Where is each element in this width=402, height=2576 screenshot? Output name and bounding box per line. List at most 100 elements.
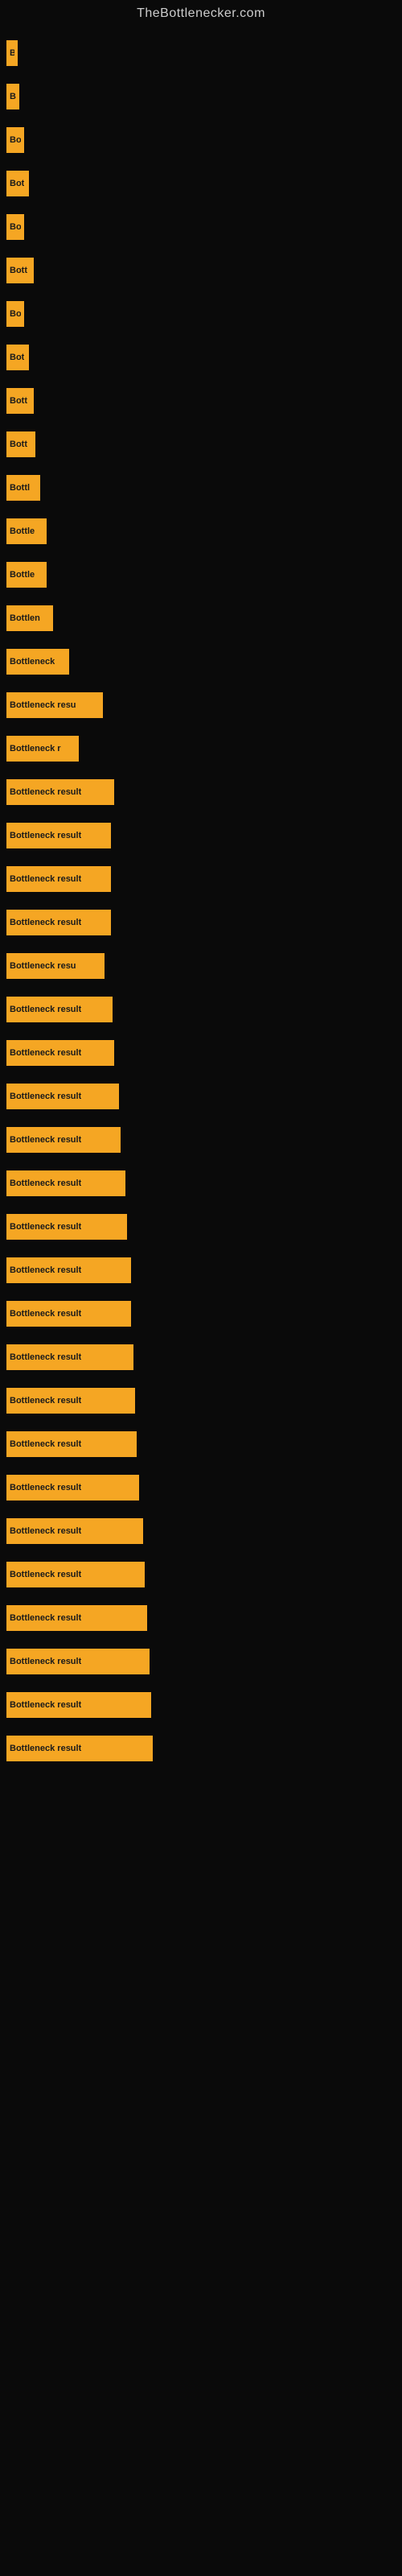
- bar-item: Bottleneck r: [6, 736, 79, 762]
- bar-item: Bottleneck result: [6, 910, 111, 935]
- site-title: TheBottlenecker.com: [0, 0, 402, 24]
- bar-label: Bottleneck result: [10, 1265, 81, 1275]
- bar-item: Bo: [6, 214, 24, 240]
- bar-row: Bottleneck result: [6, 858, 402, 900]
- bar-item: Bot: [6, 171, 29, 196]
- bar-label: Bott: [10, 266, 27, 275]
- bar-row: Bottl: [6, 467, 402, 509]
- bar-label: Bottleneck result: [10, 1222, 81, 1232]
- bar-label: Bottle: [10, 570, 35, 580]
- bar-label: Bo: [10, 222, 21, 232]
- bar-item: B: [6, 40, 18, 66]
- bar-label: Bottleneck result: [10, 1179, 81, 1188]
- bar-label: B: [10, 92, 16, 101]
- bar-row: Bottleneck result: [6, 1641, 402, 1682]
- bar-label: Bottleneck: [10, 657, 55, 667]
- bar-row: Bo: [6, 293, 402, 335]
- bar-row: Bottleneck result: [6, 815, 402, 857]
- bar-label: Bottleneck result: [10, 1700, 81, 1710]
- bar-row: Bottleneck result: [6, 1119, 402, 1161]
- bar-item: Bottleneck result: [6, 866, 111, 892]
- bar-label: Bottleneck r: [10, 744, 61, 753]
- bar-row: Bottleneck result: [6, 1336, 402, 1378]
- bar-item: Bottleneck result: [6, 1344, 133, 1370]
- bar-row: Bott: [6, 423, 402, 465]
- bar-row: Bottle: [6, 510, 402, 552]
- bar-row: Bot: [6, 336, 402, 378]
- bar-label: B: [10, 48, 14, 58]
- bar-row: Bottleneck r: [6, 728, 402, 770]
- bar-label: Bot: [10, 353, 24, 362]
- bar-label: Bottleneck result: [10, 1135, 81, 1145]
- bar-item: Bott: [6, 258, 34, 283]
- bar-row: Bottleneck resu: [6, 945, 402, 987]
- bar-label: Bo: [10, 309, 21, 319]
- bar-item: Bottle: [6, 518, 47, 544]
- bar-label: Bottleneck result: [10, 1092, 81, 1101]
- bars-container: B B Bo Bot Bo Bott Bo Bot Bott Bott Bottl Bottle Bot…: [0, 24, 402, 1779]
- bar-item: Bottleneck result: [6, 997, 113, 1022]
- bar-label: Bottleneck resu: [10, 961, 76, 971]
- bar-item: Bottleneck result: [6, 1127, 121, 1153]
- bar-row: Bo: [6, 119, 402, 161]
- bar-item: Bottl: [6, 475, 40, 501]
- bar-label: Bottleneck result: [10, 1744, 81, 1753]
- bar-item: Bottleneck result: [6, 1431, 137, 1457]
- bar-row: Bottleneck result: [6, 1554, 402, 1596]
- bar-item: Bo: [6, 127, 24, 153]
- bar-item: Bottleneck result: [6, 1257, 131, 1283]
- bar-item: Bottleneck result: [6, 823, 111, 848]
- bar-item: Bot: [6, 345, 29, 370]
- bar-item: Bottleneck result: [6, 1301, 131, 1327]
- bar-row: Bot: [6, 163, 402, 204]
- bar-row: Bottleneck result: [6, 1032, 402, 1074]
- bar-item: B: [6, 84, 19, 109]
- bar-label: Bott: [10, 396, 27, 406]
- bar-row: B: [6, 32, 402, 74]
- bar-label: Bottleneck resu: [10, 700, 76, 710]
- bar-row: Bottleneck result: [6, 1728, 402, 1769]
- bar-label: Bo: [10, 135, 21, 145]
- bar-label: Bottleneck result: [10, 1570, 81, 1579]
- bar-item: Bottleneck result: [6, 1736, 153, 1761]
- bar-row: Bottleneck result: [6, 771, 402, 813]
- bar-item: Bottleneck result: [6, 1649, 150, 1674]
- bar-row: Bottleneck resu: [6, 684, 402, 726]
- bar-item: Bo: [6, 301, 24, 327]
- bar-row: Bottleneck result: [6, 1684, 402, 1726]
- bar-row: Bottleneck result: [6, 1249, 402, 1291]
- bar-label: Bottleneck result: [10, 1526, 81, 1536]
- bar-row: Bottle: [6, 554, 402, 596]
- bar-label: Bottleneck result: [10, 1483, 81, 1492]
- bar-label: Bottleneck result: [10, 918, 81, 927]
- bar-row: Bottleneck result: [6, 989, 402, 1030]
- bar-label: Bottleneck result: [10, 831, 81, 840]
- bar-item: Bottleneck result: [6, 1605, 147, 1631]
- bar-row: Bottleneck result: [6, 1597, 402, 1639]
- bar-item: Bott: [6, 388, 34, 414]
- bar-item: Bottleneck result: [6, 1518, 143, 1544]
- bar-item: Bottleneck result: [6, 1475, 139, 1501]
- bar-label: Bot: [10, 179, 24, 188]
- bar-item: Bottleneck: [6, 649, 69, 675]
- bar-item: Bottleneck result: [6, 1692, 151, 1718]
- bar-row: Bottleneck result: [6, 1510, 402, 1552]
- bar-label: Bottleneck result: [10, 1613, 81, 1623]
- bar-row: Bottleneck result: [6, 1206, 402, 1248]
- bar-label: Bottleneck result: [10, 787, 81, 797]
- bar-label: Bottl: [10, 483, 30, 493]
- bar-row: Bottleneck result: [6, 1423, 402, 1465]
- bar-row: Bo: [6, 206, 402, 248]
- bar-item: Bottleneck result: [6, 779, 114, 805]
- bar-item: Bottlen: [6, 605, 53, 631]
- bar-item: Bottleneck result: [6, 1214, 127, 1240]
- bar-row: Bottleneck: [6, 641, 402, 683]
- bar-label: Bottleneck result: [10, 1005, 81, 1014]
- bar-item: Bottleneck result: [6, 1040, 114, 1066]
- bar-row: Bottleneck result: [6, 1380, 402, 1422]
- bar-label: Bottleneck result: [10, 1352, 81, 1362]
- bar-row: Bottleneck result: [6, 1293, 402, 1335]
- bar-label: Bottleneck result: [10, 1396, 81, 1406]
- bar-row: Bottleneck result: [6, 1075, 402, 1117]
- bar-item: Bottleneck result: [6, 1170, 125, 1196]
